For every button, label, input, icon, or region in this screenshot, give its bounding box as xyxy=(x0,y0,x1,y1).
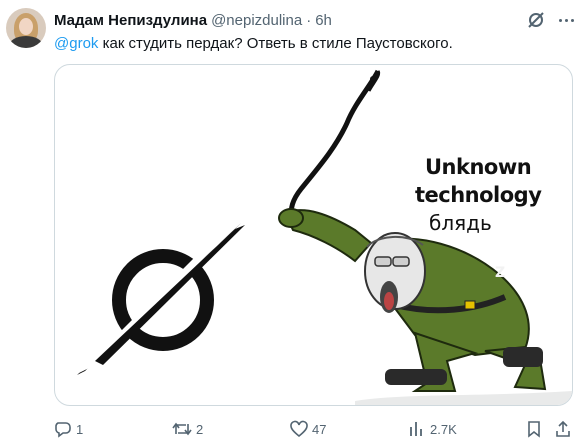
bookmark-icon xyxy=(528,421,540,438)
reply-button[interactable]: 1 xyxy=(54,418,83,440)
like-button[interactable]: 47 xyxy=(290,418,326,440)
share-icon xyxy=(556,420,570,437)
heart-icon xyxy=(290,420,308,438)
meme-caption-line2: technology xyxy=(415,183,542,207)
like-count: 47 xyxy=(312,421,327,437)
tweet-header: Мадам Непиздулина @nepizdulina · 6h xyxy=(54,11,332,29)
share-button[interactable] xyxy=(554,418,576,440)
tweet-text: @grok как студить пердак? Ответь в стиле… xyxy=(54,34,453,54)
wojak-soldier-icon: Z xyxy=(278,208,547,392)
repost-icon xyxy=(172,422,192,436)
reply-count: 1 xyxy=(76,421,84,437)
avatar-shoulders xyxy=(9,36,43,48)
grok-logo-icon xyxy=(77,221,245,375)
whip-icon xyxy=(288,69,381,219)
author-name[interactable]: Мадам Непиздулина xyxy=(54,12,207,29)
avatar[interactable] xyxy=(6,8,46,48)
tweet-card[interactable]: Мадам Непиздулина @nepizdulina · 6h @gro… xyxy=(0,0,585,444)
repost-count: 2 xyxy=(196,421,204,437)
repost-button[interactable]: 2 xyxy=(172,418,203,440)
mention-link[interactable]: @grok xyxy=(54,35,98,52)
tweet-time[interactable]: 6h xyxy=(315,12,332,29)
meme-caption-line1: Unknown xyxy=(425,155,532,179)
reply-icon xyxy=(55,422,71,438)
grok-icon[interactable] xyxy=(526,10,546,30)
views-icon xyxy=(410,422,422,436)
views-count: 2.7K xyxy=(430,421,457,437)
author-handle[interactable]: @nepizdulina xyxy=(211,12,302,29)
svg-text:Z: Z xyxy=(495,265,505,281)
meme-caption-line3: блядь xyxy=(429,211,492,235)
tweet-image[interactable]: Z Unknown technology блядь xyxy=(54,64,573,406)
avatar-face xyxy=(19,18,33,35)
action-bar: 1 2 47 2.7K xyxy=(54,418,574,440)
separator-dot: · xyxy=(306,11,312,29)
bookmark-button[interactable] xyxy=(526,418,546,440)
tweet-body: как студить пердак? Ответь в стиле Пауст… xyxy=(98,35,453,52)
more-options-icon[interactable] xyxy=(555,10,577,30)
views-button[interactable]: 2.7K xyxy=(408,418,457,440)
